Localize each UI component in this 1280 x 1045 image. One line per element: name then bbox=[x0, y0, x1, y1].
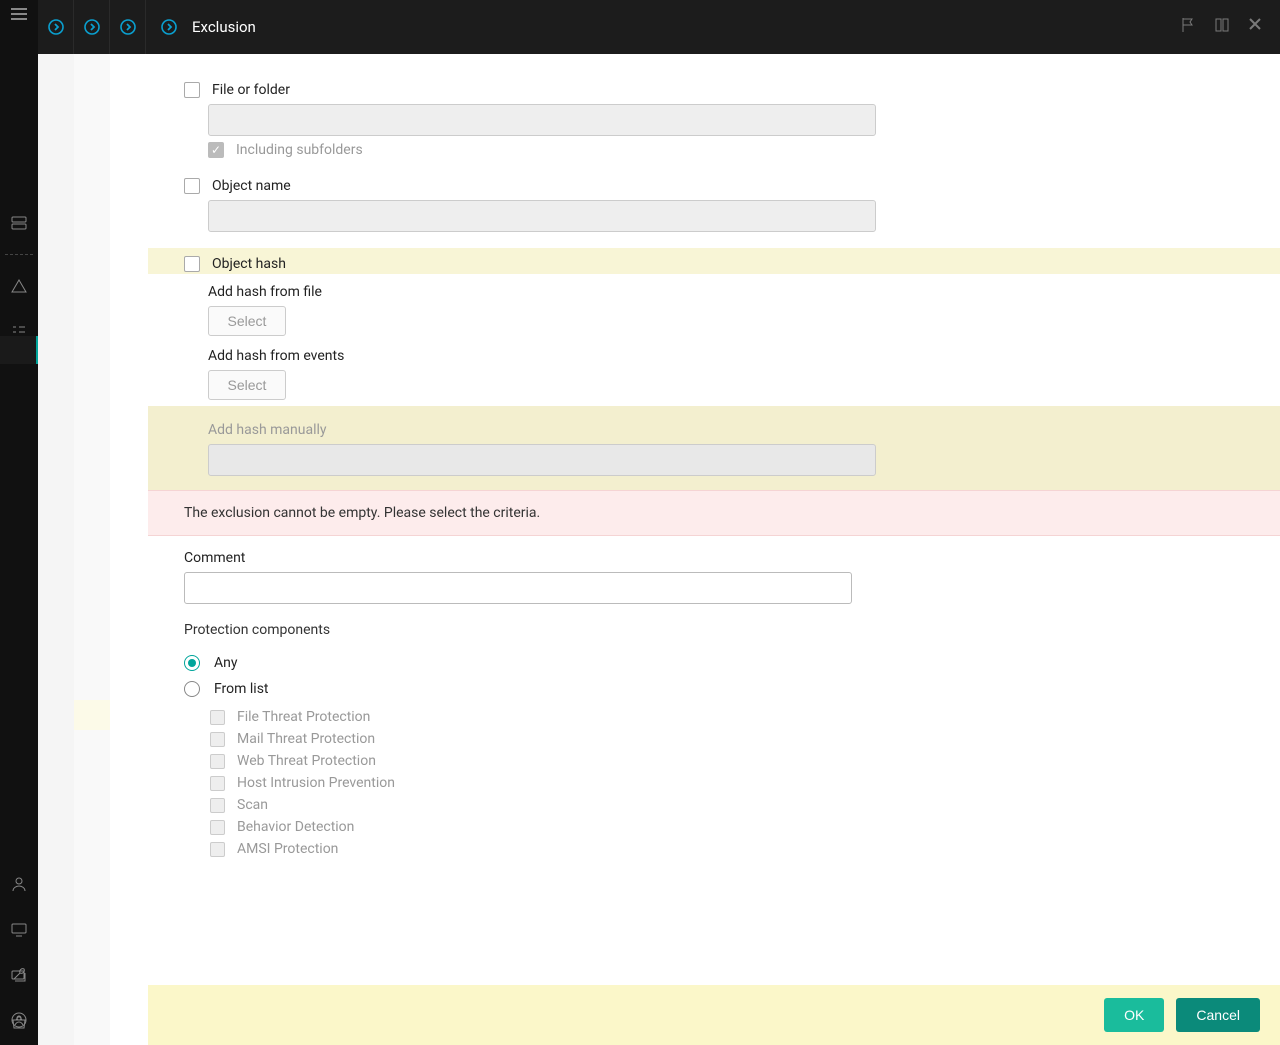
add-hash-from-file-label: Add hash from file bbox=[208, 284, 322, 300]
component-label: Host Intrusion Prevention bbox=[237, 775, 395, 791]
file-or-folder-label: File or folder bbox=[212, 82, 290, 98]
file-or-folder-checkbox[interactable] bbox=[184, 82, 200, 98]
close-icon[interactable] bbox=[1248, 17, 1262, 37]
object-hash-checkbox[interactable] bbox=[184, 256, 200, 272]
dialog-title-icon bbox=[146, 18, 192, 36]
add-hash-manually-input[interactable] bbox=[208, 444, 876, 476]
user-outline-icon[interactable] bbox=[10, 875, 28, 893]
component-checkbox[interactable] bbox=[210, 732, 225, 747]
left-sidebar bbox=[0, 0, 38, 1045]
component-checkbox[interactable] bbox=[210, 798, 225, 813]
flag-icon[interactable] bbox=[1180, 17, 1196, 37]
add-hash-from-events-button[interactable]: Select bbox=[208, 370, 286, 400]
including-subfolders-checkbox[interactable] bbox=[208, 142, 224, 158]
component-checkbox[interactable] bbox=[210, 776, 225, 791]
background-column-2 bbox=[74, 54, 110, 1045]
dialog-title: Exclusion bbox=[192, 18, 256, 36]
breadcrumb-tab-1[interactable] bbox=[38, 0, 74, 54]
file-or-folder-input[interactable] bbox=[208, 104, 876, 136]
object-name-input[interactable] bbox=[208, 200, 876, 232]
protection-radio-any[interactable] bbox=[184, 655, 200, 671]
wrench-icon[interactable] bbox=[10, 965, 28, 983]
including-subfolders-label: Including subfolders bbox=[236, 142, 363, 158]
breadcrumb-tab-2[interactable] bbox=[74, 0, 110, 54]
comment-label: Comment bbox=[184, 550, 1244, 566]
protection-radio-from-list-label: From list bbox=[214, 681, 269, 697]
component-label: AMSI Protection bbox=[237, 841, 338, 857]
background-highlight-row bbox=[74, 700, 110, 730]
cancel-button[interactable]: Cancel bbox=[1176, 998, 1260, 1032]
object-name-checkbox[interactable] bbox=[184, 178, 200, 194]
component-checkbox[interactable] bbox=[210, 842, 225, 857]
component-label: Web Threat Protection bbox=[237, 753, 376, 769]
component-label: Behavior Detection bbox=[237, 819, 354, 835]
dialog-header: Exclusion bbox=[38, 0, 1280, 54]
user-circle-icon[interactable] bbox=[10, 1011, 28, 1029]
breadcrumb-tab-3[interactable] bbox=[110, 0, 146, 54]
sidebar-active-marker bbox=[0, 336, 38, 364]
add-hash-from-events-label: Add hash from events bbox=[208, 348, 344, 364]
warning-icon[interactable] bbox=[10, 277, 28, 295]
ok-button[interactable]: OK bbox=[1104, 998, 1164, 1032]
object-name-label: Object name bbox=[212, 178, 291, 194]
comment-input[interactable] bbox=[184, 572, 852, 604]
object-hash-label: Object hash bbox=[212, 256, 286, 272]
protection-radio-from-list[interactable] bbox=[184, 681, 200, 697]
component-checkbox[interactable] bbox=[210, 820, 225, 835]
component-label: Mail Threat Protection bbox=[237, 731, 375, 747]
book-icon[interactable] bbox=[1214, 17, 1230, 37]
component-label: Scan bbox=[237, 797, 268, 813]
monitor-icon[interactable] bbox=[10, 921, 28, 939]
background-column-3 bbox=[110, 54, 148, 1045]
error-banner: The exclusion cannot be empty. Please se… bbox=[148, 490, 1280, 536]
protection-components-title: Protection components bbox=[184, 622, 1244, 638]
component-checkbox[interactable] bbox=[210, 754, 225, 769]
component-checkbox[interactable] bbox=[210, 710, 225, 725]
add-hash-manually-label: Add hash manually bbox=[208, 422, 327, 438]
component-label: File Threat Protection bbox=[237, 709, 370, 725]
protection-component-list: File Threat Protection Mail Threat Prote… bbox=[184, 702, 1244, 860]
exclusion-form: File or folder Including subfolders Obje… bbox=[148, 54, 1280, 1045]
dialog-footer: OK Cancel bbox=[148, 985, 1280, 1045]
protection-radio-any-label: Any bbox=[214, 655, 238, 671]
add-hash-from-file-button[interactable]: Select bbox=[208, 306, 286, 336]
sidebar-separator bbox=[5, 254, 33, 255]
server-icon[interactable] bbox=[10, 214, 28, 232]
hamburger-icon[interactable] bbox=[11, 8, 27, 20]
background-column-1 bbox=[38, 54, 74, 1045]
